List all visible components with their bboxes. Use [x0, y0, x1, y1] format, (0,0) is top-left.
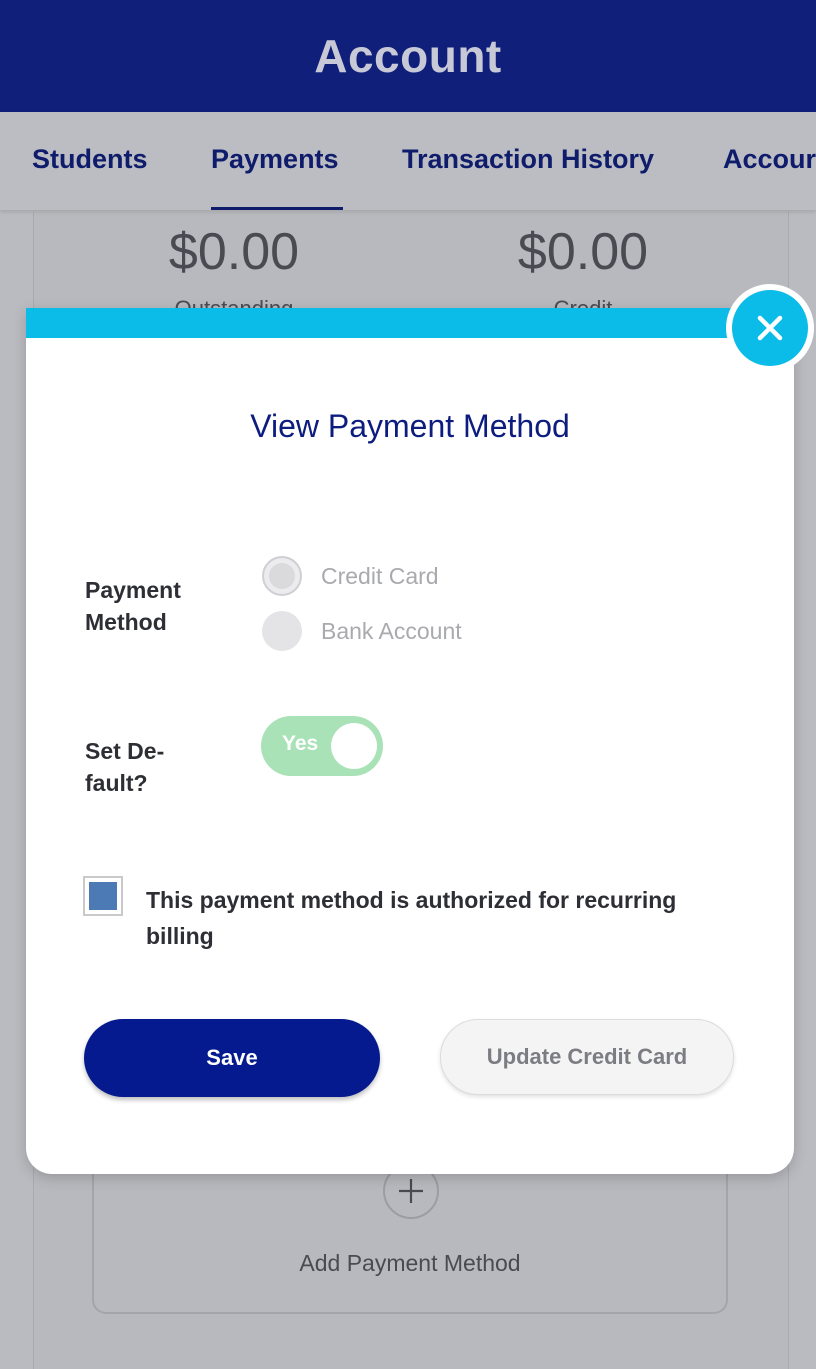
radio-credit-card[interactable] — [262, 556, 302, 596]
add-payment-method-label[interactable]: Add Payment Method — [92, 1250, 728, 1277]
toggle-knob — [331, 723, 377, 769]
radio-bank-account[interactable] — [262, 611, 302, 651]
tab-bar: Students Payments Transaction History Ac… — [0, 112, 816, 210]
page-title: Account — [314, 30, 502, 82]
payment-method-label-line2: Method — [85, 609, 167, 635]
payment-method-label: Payment Method — [85, 574, 181, 638]
close-button[interactable] — [726, 284, 814, 372]
active-tab-indicator — [211, 207, 343, 210]
app-header: Account — [0, 0, 816, 112]
set-default-label-line1: Set De- — [85, 738, 165, 764]
save-button[interactable]: Save — [84, 1019, 380, 1097]
payment-method-label-line1: Payment — [85, 577, 181, 603]
tab-payments[interactable]: Payments — [211, 112, 339, 210]
update-credit-card-button[interactable]: Update Credit Card — [440, 1019, 734, 1095]
modal-accent-bar — [26, 308, 794, 338]
close-icon[interactable] — [732, 290, 808, 366]
radio-credit-card-label[interactable]: Credit Card — [321, 563, 439, 590]
set-default-label-line2: fault? — [85, 770, 148, 796]
tab-transaction-history[interactable]: Transaction History — [402, 112, 654, 210]
recurring-billing-label[interactable]: This payment method is authorized for re… — [146, 882, 746, 954]
set-default-toggle[interactable]: Yes — [261, 716, 383, 776]
checkbox-checked-fill — [89, 882, 117, 910]
credit-amount: $0.00 — [517, 223, 649, 281]
set-default-label: Set De- fault? — [85, 735, 164, 799]
view-payment-method-modal: View Payment Method Payment Method Credi… — [26, 308, 794, 1174]
outstanding-amount: $0.00 — [168, 223, 300, 281]
tab-account[interactable]: Accour — [723, 112, 816, 210]
recurring-billing-checkbox[interactable] — [83, 876, 123, 916]
toggle-text: Yes — [282, 732, 319, 755]
radio-bank-account-label[interactable]: Bank Account — [321, 618, 462, 645]
modal-title: View Payment Method — [250, 408, 570, 444]
tab-students[interactable]: Students — [32, 112, 148, 210]
